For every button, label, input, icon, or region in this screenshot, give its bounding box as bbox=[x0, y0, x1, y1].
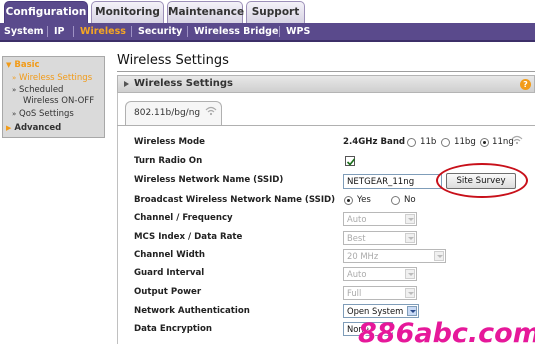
dropdown-caret-icon bbox=[407, 306, 417, 316]
subnav-divider bbox=[279, 26, 280, 37]
subnav-ip[interactable]: IP bbox=[54, 23, 65, 40]
output-power-label: Output Power bbox=[134, 287, 202, 297]
sidebar-advanced-label: Advanced bbox=[14, 123, 62, 133]
tab-maintenance[interactable]: Maintenance bbox=[167, 1, 244, 23]
section-header: Wireless Settings ? bbox=[117, 75, 535, 93]
turn-radio-checkbox[interactable] bbox=[345, 156, 356, 166]
wifi-icon bbox=[205, 106, 217, 116]
dropdown-caret-icon bbox=[405, 214, 415, 224]
radio-11ng[interactable] bbox=[480, 138, 489, 147]
subnav-divider bbox=[187, 26, 188, 37]
sidebar-item-wireless-settings[interactable]: » Wireless Settings bbox=[12, 73, 92, 83]
data-encryption-label: Data Encryption bbox=[134, 324, 212, 334]
radio-11bg[interactable] bbox=[441, 138, 450, 147]
channel-width-select[interactable]: 20 MHz bbox=[343, 249, 446, 263]
radio-broadcast-yes[interactable] bbox=[344, 196, 353, 205]
subnav-divider bbox=[47, 26, 48, 37]
sidebar-item-qos[interactable]: » QoS Settings bbox=[12, 109, 74, 119]
channel-select[interactable]: Auto bbox=[343, 212, 417, 226]
guard-interval-select-value: Auto bbox=[347, 269, 367, 279]
guard-interval-label: Guard Interval bbox=[134, 268, 205, 278]
dropdown-caret-icon bbox=[434, 251, 444, 261]
dropdown-caret-icon bbox=[405, 288, 415, 298]
bullet-icon: » bbox=[12, 110, 17, 118]
sidebar-item-label: QoS Settings bbox=[19, 109, 74, 119]
output-power-select[interactable]: Full bbox=[343, 286, 417, 300]
bullet-icon: » bbox=[12, 86, 17, 94]
sidebar-section-basic[interactable]: ▼ Basic bbox=[6, 60, 40, 70]
radio-11bg-label: 11bg bbox=[454, 137, 476, 147]
section-arrow-icon bbox=[124, 81, 129, 87]
divider bbox=[117, 125, 535, 126]
band-tab-label: 802.11b/bg/ng bbox=[134, 108, 201, 118]
sidebar: ▼ Basic » Wireless Settings » Scheduled … bbox=[2, 56, 105, 138]
network-auth-label: Network Authentication bbox=[134, 306, 250, 316]
subnav-divider bbox=[131, 26, 132, 37]
output-power-select-value: Full bbox=[347, 288, 362, 298]
dropdown-caret-icon bbox=[405, 269, 415, 279]
mcs-select-value: Best bbox=[347, 233, 366, 243]
channel-label: Channel / Frequency bbox=[134, 213, 233, 223]
wireless-mode-label: Wireless Mode bbox=[134, 137, 205, 147]
highlight-ellipse bbox=[436, 163, 528, 198]
section-title: Wireless Settings bbox=[134, 78, 233, 89]
watermark: 886abc.com bbox=[358, 318, 535, 344]
guard-interval-select[interactable]: Auto bbox=[343, 267, 417, 281]
subnav-system[interactable]: System bbox=[4, 23, 44, 40]
subnav-divider bbox=[73, 26, 74, 37]
radio-11b-label: 11b bbox=[420, 137, 437, 147]
wifi-icon bbox=[511, 135, 523, 145]
mcs-label: MCS Index / Data Rate bbox=[134, 232, 243, 242]
channel-select-value: Auto bbox=[347, 214, 367, 224]
sidebar-section-advanced[interactable]: ▶ Advanced bbox=[6, 123, 61, 133]
sidebar-item-label: Wireless Settings bbox=[19, 73, 93, 83]
checkmark-icon bbox=[346, 158, 356, 166]
subnav-wps[interactable]: WPS bbox=[286, 23, 310, 40]
turn-radio-label: Turn Radio On bbox=[134, 156, 203, 166]
broadcast-ssid-label: Broadcast Wireless Network Name (SSID) bbox=[134, 195, 336, 205]
tab-support[interactable]: Support bbox=[246, 1, 305, 23]
help-icon[interactable]: ? bbox=[520, 79, 531, 90]
channel-width-select-value: 20 MHz bbox=[347, 251, 379, 261]
ssid-input[interactable] bbox=[343, 174, 442, 189]
radio-11b[interactable] bbox=[407, 138, 416, 147]
bullet-icon: » bbox=[12, 74, 17, 82]
sidebar-item-label: Scheduled bbox=[19, 85, 64, 95]
expand-arrow-icon: ▶ bbox=[6, 124, 12, 132]
band-label: 2.4GHz Band bbox=[343, 137, 406, 147]
radio-no-label: No bbox=[404, 195, 416, 205]
dropdown-caret-icon bbox=[405, 233, 415, 243]
divider bbox=[117, 71, 535, 72]
mcs-select[interactable]: Best bbox=[343, 231, 417, 245]
network-auth-select[interactable]: Open System bbox=[343, 304, 419, 318]
top-tab-bar: Configuration Monitoring Maintenance Sup… bbox=[0, 0, 535, 23]
sidebar-basic-label: Basic bbox=[14, 60, 40, 70]
sidebar-item-scheduled[interactable]: » Scheduled bbox=[12, 85, 63, 95]
network-auth-select-value: Open System bbox=[347, 306, 404, 316]
tab-configuration[interactable]: Configuration bbox=[4, 1, 88, 23]
page-title: Wireless Settings bbox=[117, 53, 229, 68]
subnav-wireless[interactable]: Wireless bbox=[80, 23, 126, 40]
tab-monitoring[interactable]: Monitoring bbox=[91, 1, 164, 23]
channel-width-label: Channel Width bbox=[134, 250, 206, 260]
ssid-label: Wireless Network Name (SSID) bbox=[134, 175, 284, 185]
radio-broadcast-no[interactable] bbox=[391, 196, 400, 205]
sub-navigation: System IP Wireless Security Wireless Bri… bbox=[0, 23, 535, 42]
radio-yes-label: Yes bbox=[357, 195, 371, 205]
subnav-wireless-bridge[interactable]: Wireless Bridge bbox=[194, 23, 278, 40]
sidebar-item-wireless-on-off[interactable]: Wireless ON-OFF bbox=[23, 96, 94, 106]
subnav-security[interactable]: Security bbox=[138, 23, 182, 40]
tab-band-24ghz[interactable]: 802.11b/bg/ng bbox=[125, 101, 222, 125]
expand-arrow-icon: ▼ bbox=[6, 61, 12, 69]
